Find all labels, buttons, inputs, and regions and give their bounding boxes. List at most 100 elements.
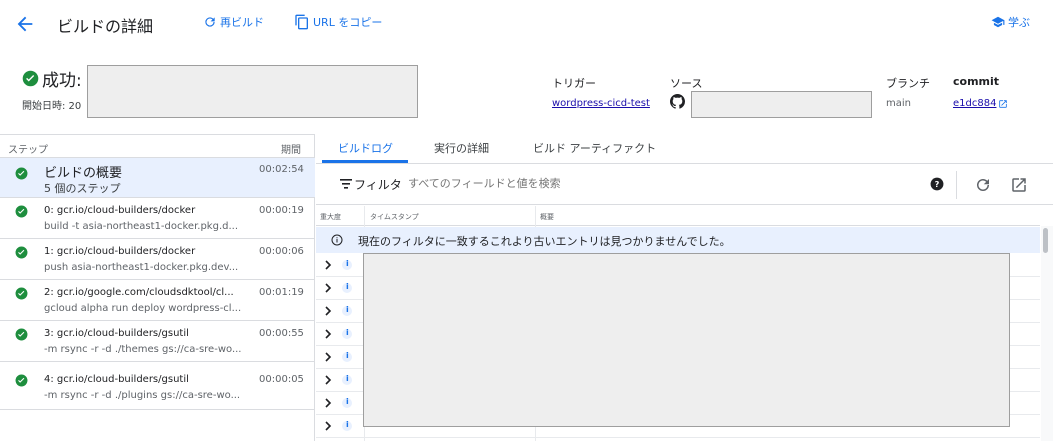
redacted-build-id: [87, 65, 418, 118]
commit-label: commit: [953, 75, 1000, 88]
duration-column-header: 期間: [281, 145, 301, 156]
step-subtitle: -m rsync -r -d ./plugins gs://ca-sre-wo.…: [44, 390, 241, 401]
step-subtitle: push asia-northeast1-docker.pkg.dev...: [44, 262, 239, 273]
step-title: 2: gcr.io/google.com/cloudsdktool/cl...: [44, 287, 234, 298]
filter-search-input[interactable]: [408, 177, 708, 190]
step-duration: 00:00:19: [259, 205, 304, 216]
info-severity-glyph: i: [346, 397, 349, 406]
info-severity-glyph: i: [346, 328, 349, 337]
log-table-header: 重大度 タイムスタンプ 概要: [316, 206, 1040, 226]
start-date: 開始日時: 20: [22, 101, 82, 112]
step-subtitle: gcloud alpha run deploy wordpress-cl...: [44, 303, 242, 314]
step-title: 0: gcr.io/cloud-builders/docker: [44, 205, 196, 216]
branch-label: ブランチ: [886, 77, 930, 90]
back-arrow-icon[interactable]: [14, 13, 36, 35]
trigger-link[interactable]: wordpress-cicd-test: [552, 98, 650, 109]
info-severity-glyph: i: [346, 282, 349, 291]
svg-text:?: ?: [935, 179, 940, 189]
learn-button[interactable]: 学ぶ: [991, 14, 1030, 30]
steps-column-header: ステップ: [8, 145, 48, 156]
step-2[interactable]: 2: gcr.io/google.com/cloudsdktool/cl... …: [0, 280, 315, 321]
log-scrollbar[interactable]: [1041, 226, 1053, 441]
tab-execution-details[interactable]: 実行の詳細: [434, 140, 489, 156]
success-check-icon: [22, 70, 39, 87]
commit-hash: e1dc884: [953, 98, 997, 109]
branch-value: main: [886, 98, 911, 109]
step-4[interactable]: 4: gcr.io/cloud-builders/gsutil -m rsync…: [0, 362, 315, 410]
github-icon: [670, 94, 685, 109]
summary-column-header: 概要: [540, 213, 554, 221]
step-duration: 00:00:55: [259, 328, 304, 339]
step-title: 1: gcr.io/cloud-builders/docker: [44, 246, 196, 257]
page-header: ビルドの詳細 再ビルド URL をコピー 学ぶ: [0, 0, 1053, 48]
step-0[interactable]: 0: gcr.io/cloud-builders/docker build -t…: [0, 198, 315, 239]
step-subtitle: 5 個のステップ: [44, 182, 121, 195]
rebuild-label: 再ビルド: [220, 16, 264, 29]
info-severity-glyph: i: [346, 259, 349, 268]
step-subtitle: -m rsync -r -d ./themes gs://ca-sre-wo..…: [44, 344, 242, 355]
refresh-icon[interactable]: [974, 176, 992, 194]
steps-header: ステップ 期間: [0, 134, 315, 158]
chevron-right-icon[interactable]: [325, 352, 333, 362]
step-duration: 00:01:19: [259, 287, 304, 298]
step-3[interactable]: 3: gcr.io/cloud-builders/gsutil -m rsync…: [0, 321, 315, 362]
step-duration: 00:02:54: [259, 164, 304, 175]
active-tab-indicator: [322, 160, 408, 163]
chevron-right-icon[interactable]: [325, 306, 333, 316]
redacted-source: [691, 91, 872, 118]
commit-link[interactable]: e1dc884: [953, 98, 1008, 109]
step-title: 3: gcr.io/cloud-builders/gsutil: [44, 328, 189, 339]
info-severity-glyph: i: [346, 420, 349, 429]
tab-build-artifacts[interactable]: ビルド アーティファクト: [533, 140, 656, 156]
toolbar-divider: [956, 171, 957, 199]
source-label: ソース: [670, 77, 703, 90]
open-in-new-icon[interactable]: [1010, 176, 1028, 194]
redacted-log-content: [363, 253, 1010, 427]
filter-label: フィルタ: [354, 178, 402, 192]
chevron-right-icon[interactable]: [325, 398, 333, 408]
build-status: 成功:: [42, 71, 82, 91]
chevron-right-icon[interactable]: [325, 260, 333, 270]
success-check-icon: [15, 374, 28, 387]
refresh-icon: [205, 17, 215, 27]
info-severity-glyph: i: [346, 305, 349, 314]
chevron-right-icon[interactable]: [325, 375, 333, 385]
steps-panel: ステップ 期間 ビルドの概要 5 個のステップ 00:02:54 0: gcr.…: [0, 134, 315, 441]
external-link-icon: [999, 99, 1008, 108]
info-severity-glyph: i: [346, 374, 349, 383]
learn-label: 学ぶ: [1008, 16, 1030, 29]
page-title: ビルドの詳細: [57, 17, 154, 36]
success-check-icon: [15, 246, 28, 259]
rebuild-button[interactable]: 再ビルド: [203, 14, 264, 30]
step-subtitle: build -t asia-northeast1-docker.pkg.d...: [44, 221, 239, 232]
severity-column-header: 重大度: [320, 213, 341, 221]
copy-url-label: URL をコピー: [313, 16, 383, 29]
success-check-icon: [15, 328, 28, 341]
tab-build-log[interactable]: ビルドログ: [338, 140, 393, 156]
step-title: 4: gcr.io/cloud-builders/gsutil: [44, 374, 189, 385]
success-check-icon: [15, 167, 28, 180]
copy-icon: [295, 14, 308, 30]
info-banner: 現在のフィルタに一致するこれより古いエントリは見つかりませんでした。: [316, 227, 1040, 253]
filter-bar: フィルタ ?: [316, 165, 1053, 205]
step-duration: 00:00:05: [259, 374, 304, 385]
help-icon[interactable]: ?: [930, 177, 944, 191]
filter-icon: [340, 179, 352, 189]
chevron-right-icon[interactable]: [325, 421, 333, 431]
step-1[interactable]: 1: gcr.io/cloud-builders/docker push asi…: [0, 239, 315, 280]
chevron-right-icon[interactable]: [325, 283, 333, 293]
success-check-icon: [15, 205, 28, 218]
info-icon: [331, 234, 343, 246]
success-check-icon: [15, 287, 28, 300]
step-duration: 00:00:06: [259, 246, 304, 257]
info-severity-glyph: i: [346, 351, 349, 360]
info-message: 現在のフィルタに一致するこれより古いエントリは見つかりませんでした。: [358, 235, 731, 248]
trigger-label: トリガー: [552, 77, 596, 90]
step-title: ビルドの概要: [44, 166, 123, 181]
log-scrollbar-thumb[interactable]: [1043, 228, 1048, 253]
copy-url-button[interactable]: URL をコピー: [294, 14, 382, 30]
school-icon: [991, 16, 1005, 28]
step-build-summary[interactable]: ビルドの概要 5 個のステップ 00:02:54: [0, 158, 315, 198]
chevron-right-icon[interactable]: [325, 329, 333, 339]
timestamp-column-header: タイムスタンプ: [370, 213, 419, 221]
